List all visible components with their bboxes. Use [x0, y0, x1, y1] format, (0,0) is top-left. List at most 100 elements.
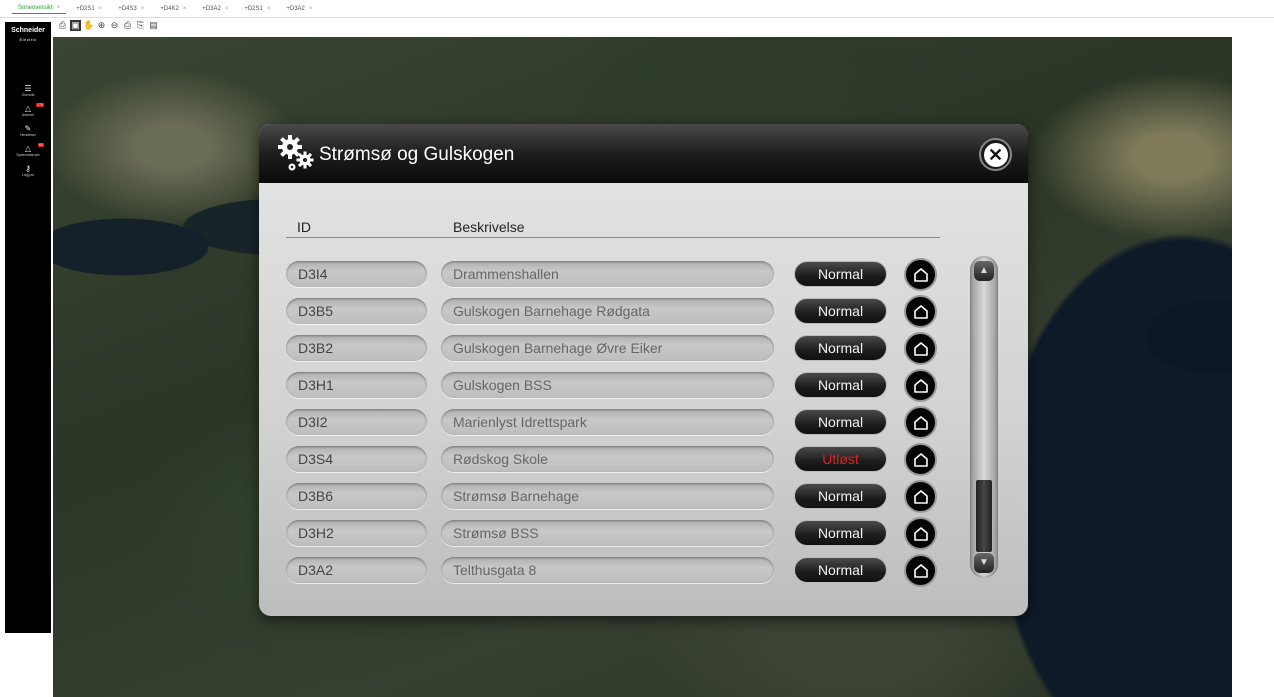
tab-bar: Soneoversikt × +D2S1 × +D4S3 × +D4K2 × +D3A2 × +D2…: [0, 0, 1274, 18]
sidebar-item-3[interactable]: △ Systemalarmer 63: [5, 143, 51, 162]
bell-icon: △: [24, 104, 32, 113]
home-icon: [912, 525, 930, 543]
column-header-id: ID: [297, 219, 311, 235]
sidebar-item-label: Oversikt: [21, 93, 35, 97]
scroll-thumb[interactable]: [976, 480, 992, 552]
schneider-logo: Schneider Electric: [5, 22, 51, 46]
home-icon: [912, 266, 930, 284]
row-description: Telthusgata 8: [441, 557, 774, 583]
hand-icon[interactable]: ✋: [83, 20, 94, 31]
tab-0[interactable]: Soneoversikt ×: [12, 3, 67, 14]
row-description: Marienlyst Idrettspark: [441, 409, 774, 435]
close-tab-icon[interactable]: ×: [267, 6, 271, 12]
key-icon: ⚷: [25, 164, 31, 173]
row-description: Gulskogen Barnehage Rødgata: [441, 298, 774, 324]
row-description: Drammenshallen: [441, 261, 774, 287]
home-icon: [912, 451, 930, 469]
home-icon: [912, 377, 930, 395]
status-button[interactable]: Normal: [794, 520, 887, 546]
dialog-title: Strømsø og Gulskogen: [319, 144, 515, 165]
tab-1[interactable]: +D2S1 ×: [70, 4, 108, 14]
home-button[interactable]: [904, 443, 937, 476]
tab-4[interactable]: +D3A2 ×: [196, 4, 234, 14]
close-icon: ✕: [983, 142, 1008, 167]
dialog-header: Strømsø og Gulskogen ✕: [259, 124, 1028, 183]
tab-6[interactable]: +D3A2 ×: [280, 4, 318, 14]
row-id: D3I4: [286, 261, 427, 287]
column-header-description: Beskrivelse: [453, 219, 525, 235]
tab-label: +D2S1: [244, 5, 263, 12]
pan-mode-icon[interactable]: ▣: [70, 20, 81, 31]
close-tab-icon[interactable]: ×: [99, 6, 103, 12]
sidebar-item-label: Hendelser: [20, 133, 36, 137]
tab-label: Soneoversikt: [18, 5, 53, 11]
sidebar-item-2[interactable]: ✎ Hendelser: [5, 124, 51, 142]
home-button[interactable]: [904, 517, 937, 550]
home-icon: [912, 303, 930, 321]
print-preview-icon[interactable]: ⎘: [135, 20, 146, 31]
print-icon[interactable]: ⎙: [122, 20, 133, 31]
row-description: Gulskogen BSS: [441, 372, 774, 398]
zoom-in-icon[interactable]: ⊕: [96, 20, 107, 31]
tab-label: +D3A2: [202, 5, 221, 12]
scrollbar[interactable]: ▲ ▼: [970, 256, 998, 578]
sidebar-item-4[interactable]: ⚷ Logg av: [5, 164, 51, 182]
sidebar-item-0[interactable]: ☰ Oversikt: [5, 84, 51, 102]
close-tab-icon[interactable]: ×: [183, 6, 187, 12]
row-description: Gulskogen Barnehage Øvre Eiker: [441, 335, 774, 361]
status-button[interactable]: Normal: [794, 298, 887, 324]
tab-5[interactable]: +D2S1 ×: [238, 4, 276, 14]
row-description: Rødskog Skole: [441, 446, 774, 472]
tab-label: +D2S1: [76, 5, 95, 12]
tab-2[interactable]: +D4S3 ×: [112, 4, 150, 14]
logo-text: Schneider: [11, 27, 45, 34]
home-button[interactable]: [904, 480, 937, 513]
home-button[interactable]: [904, 406, 937, 439]
row-id: D3A2: [286, 557, 427, 583]
sidebar-item-1[interactable]: △ Alarmer 273: [5, 103, 51, 122]
row-id: D3H2: [286, 520, 427, 546]
pen-icon: ✎: [24, 124, 32, 133]
scroll-up-button[interactable]: ▲: [974, 261, 994, 281]
status-button[interactable]: Normal: [794, 409, 887, 435]
status-button[interactable]: Normal: [794, 483, 887, 509]
close-tab-icon[interactable]: ×: [309, 6, 313, 12]
home-icon: [912, 488, 930, 506]
row-id: D3I2: [286, 409, 427, 435]
tab-3[interactable]: +D4K2 ×: [154, 4, 192, 14]
sidebar-item-label: Logg av: [21, 173, 35, 177]
close-tab-icon[interactable]: ×: [57, 5, 61, 11]
home-button[interactable]: [904, 295, 937, 328]
alarm-count-badge: 63: [38, 143, 44, 147]
close-button[interactable]: ✕: [979, 138, 1012, 171]
gears-icon: [278, 135, 314, 171]
status-button[interactable]: Utløst: [794, 446, 887, 472]
logo-subtext: Electric: [19, 37, 37, 42]
row-id: D3B6: [286, 483, 427, 509]
row-description: Strømsø BSS: [441, 520, 774, 546]
map-toolbar: ⎙ ▣ ✋ ⊕ ⊖ ⎙ ⎘ ▤: [57, 20, 159, 34]
home-icon: [912, 340, 930, 358]
select-icon[interactable]: ⎙: [57, 20, 68, 31]
home-button[interactable]: [904, 369, 937, 402]
tab-label: +D4K2: [160, 5, 179, 12]
scroll-down-button[interactable]: ▼: [974, 553, 994, 573]
tab-label: +D4S3: [118, 5, 137, 12]
zone-dialog: Strømsø og Gulskogen ✕ ID Beskrivelse D3…: [259, 124, 1028, 616]
row-id: D3B2: [286, 335, 427, 361]
home-button[interactable]: [904, 258, 937, 291]
status-button[interactable]: Normal: [794, 335, 887, 361]
status-button[interactable]: Normal: [794, 372, 887, 398]
home-icon: [912, 562, 930, 580]
zoom-out-icon[interactable]: ⊖: [109, 20, 120, 31]
page-icon[interactable]: ▤: [148, 20, 159, 31]
home-button[interactable]: [904, 332, 937, 365]
status-button[interactable]: Normal: [794, 261, 887, 287]
row-id: D3S4: [286, 446, 427, 472]
overview-icon: ☰: [24, 84, 32, 93]
home-button[interactable]: [904, 554, 937, 587]
close-tab-icon[interactable]: ×: [225, 6, 229, 12]
status-button[interactable]: Normal: [794, 557, 887, 583]
close-tab-icon[interactable]: ×: [141, 6, 145, 12]
row-id: D3B5: [286, 298, 427, 324]
